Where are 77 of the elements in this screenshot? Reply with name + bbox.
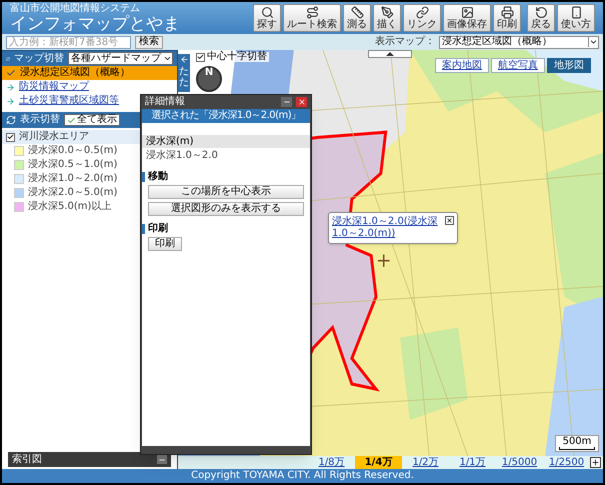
check-icon bbox=[67, 116, 76, 124]
scale-bar: 500m bbox=[555, 435, 599, 452]
up-triangle-icon bbox=[386, 52, 394, 56]
crosshair-checkbox[interactable] bbox=[196, 52, 205, 62]
close-button[interactable] bbox=[445, 216, 454, 225]
base-map-tab[interactable]: 航空写真 bbox=[491, 58, 545, 73]
panel-title: 索引図 bbox=[12, 454, 42, 464]
collapse-handle[interactable] bbox=[368, 50, 412, 58]
toolbar-button[interactable]: 描く bbox=[373, 4, 401, 32]
dialog-subheader: 選択された「浸水深1.0～2.0(m)」 bbox=[142, 109, 310, 123]
image-icon bbox=[460, 6, 474, 19]
scale-option[interactable]: 1/2万 bbox=[402, 456, 449, 469]
close-icon bbox=[298, 98, 306, 106]
legend-label: 浸水深1.0～2.0(m) bbox=[28, 174, 118, 184]
section-heading: 移動 bbox=[142, 172, 310, 182]
crosshair-label: 中心十字切替 bbox=[207, 52, 267, 62]
legend-label: 浸水深5.0(m)以上 bbox=[28, 202, 112, 212]
action-button[interactable]: この場所を中心表示 bbox=[148, 185, 304, 199]
map-list-item[interactable]: 浸水想定区域図（概略） bbox=[2, 66, 177, 80]
display-map-label: 表示マップ： bbox=[375, 37, 435, 47]
section-heading: 印刷 bbox=[142, 224, 310, 234]
arrow-icon bbox=[6, 96, 15, 106]
display-map-select[interactable]: 浸水想定区域図（概略） bbox=[439, 36, 599, 48]
route-icon bbox=[306, 6, 318, 19]
arrow-icon bbox=[6, 82, 15, 92]
zoom-in-button[interactable] bbox=[590, 457, 601, 468]
show-all-button[interactable]: 全て表示 bbox=[64, 114, 120, 126]
scale-option[interactable]: 1/1万 bbox=[449, 456, 496, 469]
switch-icon bbox=[6, 115, 16, 125]
field-value: 浸水深1.0～2.0 bbox=[145, 148, 219, 163]
scale-option[interactable]: 1/8万 bbox=[308, 456, 355, 469]
toolbar-button[interactable]: 画像保存 bbox=[443, 4, 491, 32]
scale-option[interactable]: 1/2500 bbox=[543, 456, 590, 469]
legend-label: 浸水深0.5～1.0(m) bbox=[28, 160, 118, 170]
scale-option[interactable]: 1/5000 bbox=[496, 456, 543, 469]
search-icon bbox=[260, 6, 274, 19]
legend-label: 浸水深0.0～0.5(m) bbox=[28, 146, 118, 156]
link-icon bbox=[416, 6, 428, 19]
toolbar-button[interactable]: リンク bbox=[403, 4, 441, 32]
pen-icon bbox=[380, 6, 394, 19]
panel-title: マップ切替 bbox=[14, 54, 64, 64]
minimize-button[interactable] bbox=[281, 97, 292, 107]
system-subtitle: 富山市公開地図情報システム bbox=[10, 4, 141, 14]
dropdown-caret-icon bbox=[588, 37, 598, 47]
search-button[interactable]: 検索 bbox=[135, 36, 163, 48]
scale-option[interactable]: 1/4万 bbox=[355, 456, 402, 469]
base-map-tab[interactable]: 案内地図 bbox=[435, 58, 489, 73]
map-type-select[interactable]: 各種ハザードマップ bbox=[68, 52, 173, 65]
crosshair-icon bbox=[378, 254, 390, 267]
toolbar-button[interactable]: 使い方 bbox=[557, 4, 595, 32]
phone-icon bbox=[570, 6, 582, 19]
popup-link[interactable]: 浸水深1.0～2.0(浸水深1.0～2.0(m)) bbox=[332, 216, 443, 240]
panel-title: 表示切替 bbox=[20, 115, 60, 125]
toolbar-button[interactable]: 測る bbox=[343, 4, 371, 32]
collapse-tab[interactable]: たた bbox=[178, 54, 190, 92]
river-flood-checkbox[interactable] bbox=[6, 132, 15, 142]
app-title: インフォマップとやま bbox=[10, 16, 180, 32]
copyright-text: Copyright TOYAMA CITY. All Rights Reserved. bbox=[191, 471, 414, 481]
check-icon bbox=[6, 68, 16, 78]
toolbar-button[interactable]: 探す bbox=[253, 4, 281, 32]
layer-group-label: 河川浸水エリア bbox=[19, 132, 89, 142]
left-arrow-icon bbox=[180, 55, 188, 64]
action-button[interactable]: 選択図形のみを表示する bbox=[148, 202, 304, 216]
toolbar-button[interactable]: ルート検索 bbox=[283, 4, 341, 32]
toolbar-button[interactable]: 印刷 bbox=[493, 4, 521, 32]
action-button[interactable]: 印刷 bbox=[148, 237, 182, 251]
toolbar-button[interactable]: 戻る bbox=[527, 4, 555, 32]
plus-icon bbox=[591, 458, 600, 467]
minimize-button[interactable] bbox=[157, 455, 167, 464]
ruler-icon bbox=[350, 6, 364, 19]
close-icon bbox=[446, 217, 453, 224]
legend-label: 浸水深2.0～5.0(m) bbox=[28, 188, 118, 198]
base-map-tab[interactable]: 地形図 bbox=[547, 58, 591, 73]
field-header: 浸水深(m) bbox=[142, 135, 310, 148]
printer-icon bbox=[500, 6, 514, 19]
undo-icon bbox=[534, 6, 548, 19]
dropdown-caret-icon bbox=[163, 54, 172, 63]
